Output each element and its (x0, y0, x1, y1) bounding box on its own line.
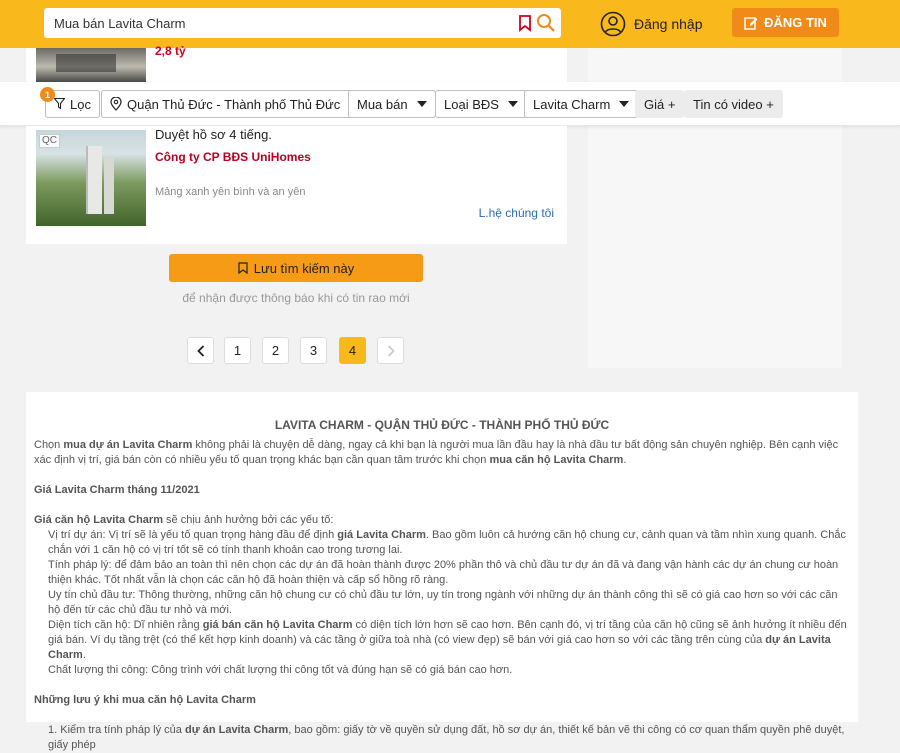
post-label: ĐĂNG TIN (764, 15, 827, 30)
article-list-item: Vị trí dự án: Vị trí sẽ là yếu tố quan t… (48, 529, 846, 556)
video-filter-label: Tin có video + (693, 96, 774, 112)
price-filter-label: Giá + (644, 96, 676, 112)
filter-label: Lọc (70, 96, 91, 112)
filter-bar: 1 Lọc Quận Thủ Đức - Thành phố Thủ Đức M… (0, 82, 900, 126)
article-body: Chọn mua dự án Lavita Charm không phải l… (34, 438, 848, 753)
login-label: Đăng nhập (634, 16, 703, 32)
article-heading: Những lưu ý khi mua căn hộ Lavita Charm (34, 694, 256, 706)
page-button[interactable]: 2 (262, 337, 289, 364)
ad-company[interactable]: Công ty CP BĐS UniHomes (155, 150, 311, 164)
post-listing-button[interactable]: ĐĂNG TIN (732, 8, 839, 37)
article-title: LAVITA CHARM - QUẬN THỦ ĐỨC - THÀNH PHỐ … (274, 418, 610, 432)
funnel-icon (54, 98, 65, 110)
price-filter[interactable]: Giá + (635, 90, 685, 118)
page-button[interactable]: 1 (224, 337, 251, 364)
top-header: Đăng nhập ĐĂNG TIN (0, 0, 900, 48)
save-search-hint: để nhận được thông báo khi có tin rao mớ… (182, 291, 410, 305)
search-icon[interactable] (536, 13, 556, 33)
chevron-down-icon (416, 101, 427, 107)
article-list-item: Diện tích căn hộ: Dĩ nhiên rằng giá bán … (48, 619, 847, 661)
ad-slogan: Mảng xanh yên bình và an yên (155, 186, 306, 198)
edit-icon (744, 16, 758, 30)
project-dropdown[interactable]: Lavita Charm (524, 90, 639, 118)
save-search-button[interactable]: Lưu tìm kiếm này (169, 254, 423, 282)
listing-card[interactable]: 2,8 tỷ (26, 44, 567, 82)
bookmark-icon[interactable] (516, 14, 534, 32)
article-paragraph: Giá căn hộ Lavita Charm sẽ chịu ảnh hưởn… (34, 514, 334, 526)
property-type-dropdown[interactable]: Loại BĐS (435, 90, 527, 118)
page-button[interactable]: 3 (300, 337, 327, 364)
chevron-left-icon (196, 344, 204, 357)
listing-thumbnail (36, 48, 146, 82)
chevron-down-icon (507, 101, 518, 107)
project-label: Lavita Charm (533, 96, 611, 112)
location-dropdown[interactable]: Quận Thủ Đức - Thành phố Thủ Đức (101, 90, 369, 118)
filter-count-badge: 1 (40, 87, 55, 102)
listing-price: 2,8 tỷ (155, 44, 186, 58)
ad-card[interactable]: QC Duyệt hồ sơ 4 tiếng. Công ty CP BĐS U… (26, 126, 567, 244)
page-button-active[interactable]: 4 (339, 337, 366, 364)
login-link[interactable]: Đăng nhập (600, 11, 703, 37)
article-heading: Giá Lavita Charm tháng 11/2021 (34, 484, 200, 496)
ad-image: QC (36, 130, 146, 226)
chevron-right-icon (387, 344, 395, 357)
seo-article: LAVITA CHARM - QUẬN THỦ ĐỨC - THÀNH PHỐ … (26, 392, 858, 751)
prev-page-button[interactable] (187, 337, 214, 364)
ad-tag: QC (39, 134, 60, 148)
chevron-down-icon (619, 101, 630, 107)
search-input[interactable] (54, 14, 504, 32)
transaction-type-dropdown[interactable]: Mua bán (348, 90, 436, 118)
building-shape (104, 158, 114, 214)
article-list-item: Chất lượng thi công: Công trình với chất… (48, 664, 513, 676)
location-label: Quận Thủ Đức - Thành phố Thủ Đức (127, 96, 341, 112)
search-box[interactable] (44, 8, 561, 38)
video-filter[interactable]: Tin có video + (684, 90, 783, 118)
property-type-label: Loại BĐS (444, 96, 499, 112)
ad-title: Duyệt hồ sơ 4 tiếng. (155, 127, 272, 142)
article-intro: Chọn mua dự án Lavita Charm không phải l… (34, 439, 839, 466)
save-search-label: Lưu tìm kiếm này (253, 260, 355, 276)
transaction-type-label: Mua bán (357, 96, 408, 112)
ad-contact-link[interactable]: L.hệ chúng tôi (479, 206, 554, 220)
building-shape (86, 146, 102, 214)
article-list-item: Tính pháp lý: để đảm bảo an toàn thì nên… (48, 559, 839, 586)
map-pin-icon (110, 97, 122, 111)
article-list-item: Uy tín chủ đầu tư: Thông thường, những c… (48, 589, 838, 616)
bookmark-icon (238, 262, 248, 274)
next-page-button[interactable] (377, 337, 404, 364)
user-icon (600, 11, 626, 37)
article-list-item: 1. Kiểm tra tính pháp lý của dự án Lavit… (48, 724, 845, 751)
